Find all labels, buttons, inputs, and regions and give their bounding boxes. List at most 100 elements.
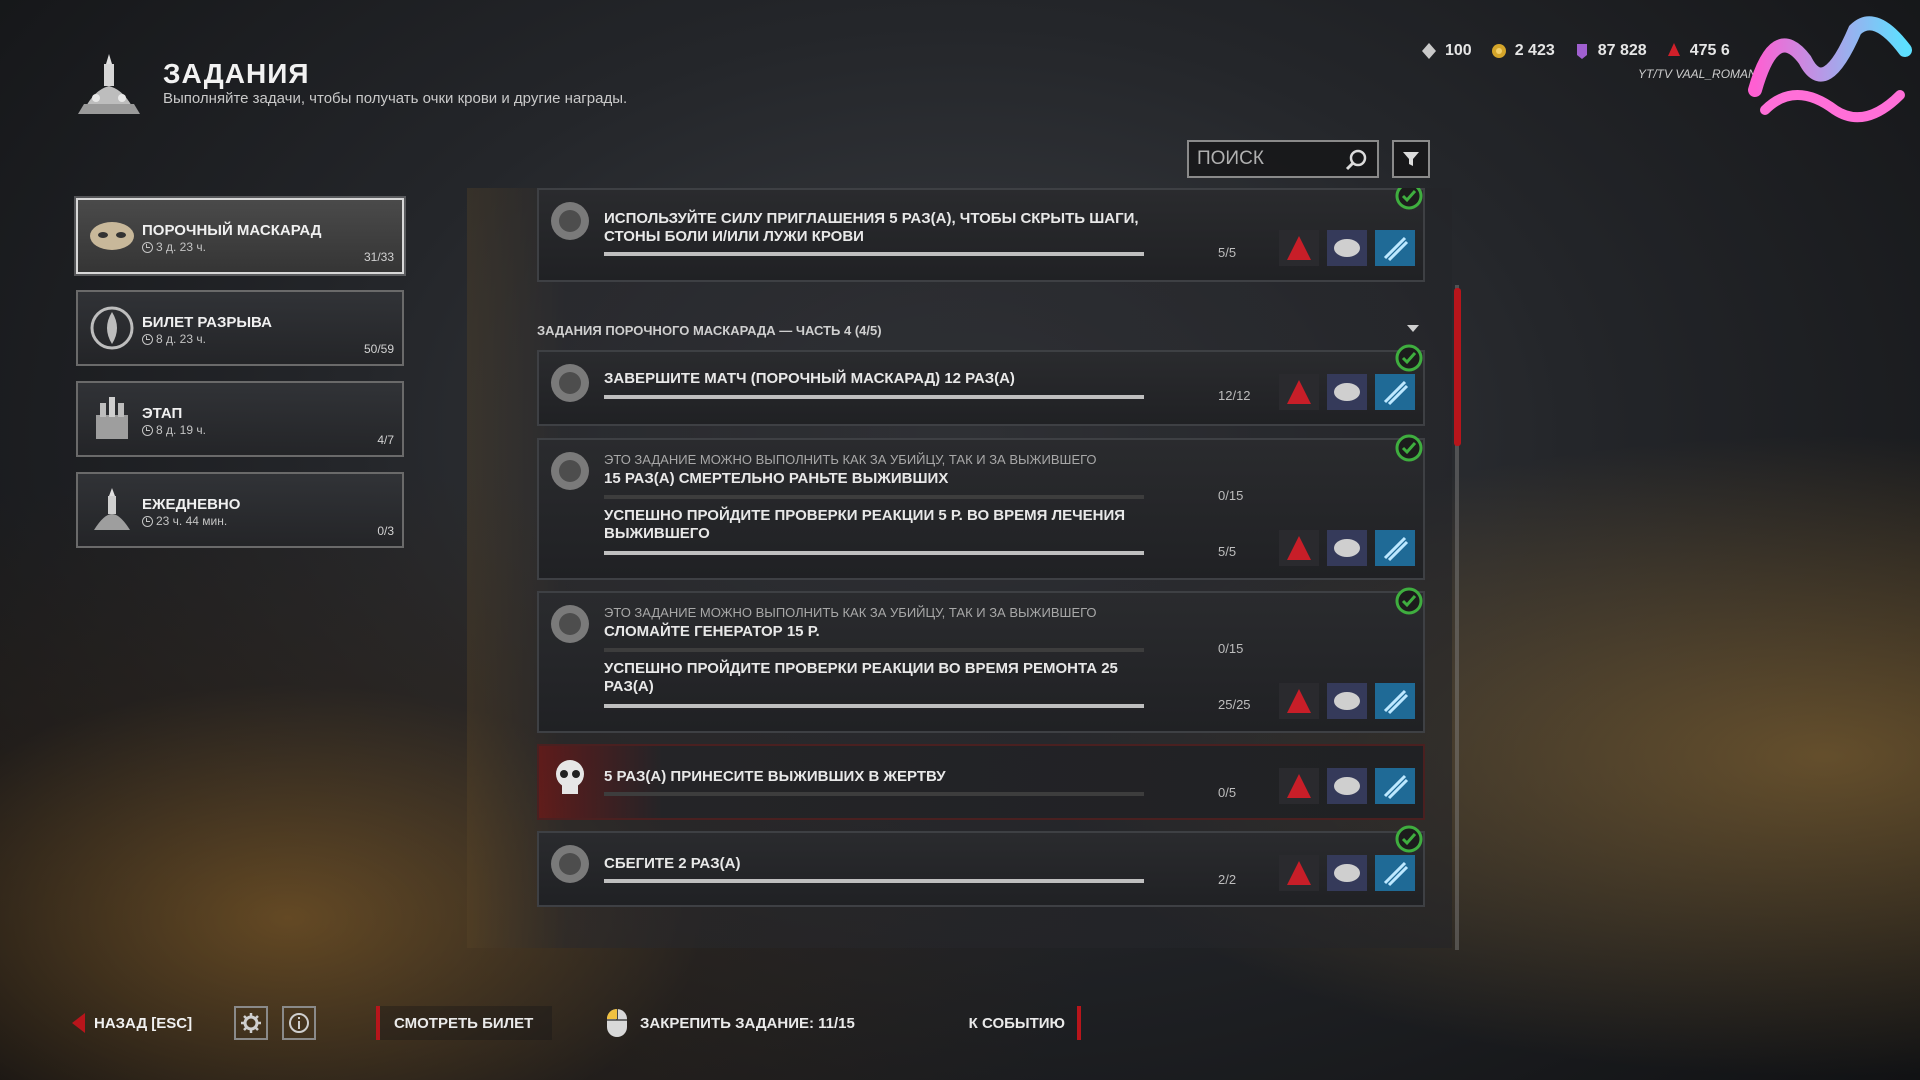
clock-icon — [142, 515, 153, 527]
rift-reward-icon — [1375, 374, 1415, 410]
currency-value: 2 423 — [1514, 42, 1555, 59]
rift-reward-icon — [1375, 530, 1415, 566]
clock-icon — [142, 424, 153, 436]
rift-reward-icon — [1375, 230, 1415, 266]
reward-list — [1279, 530, 1415, 566]
challenge-note: ЭТО ЗАДАНИЕ МОЖНО ВЫПОЛНИТЬ КАК ЗА УБИЙЦ… — [604, 452, 1097, 467]
challenge-emblem-icon — [551, 845, 589, 883]
challenge-card-pinned[interactable]: 5 РАЗ(А) ПРИНЕСИТЕ ВЫЖИВШИХ В ЖЕРТВУ 0/5 — [537, 744, 1425, 820]
to-event-button[interactable]: К СОБЫТИЮ — [903, 1006, 1081, 1040]
section-header[interactable]: ЗАДАНИЯ ПОРОЧНОГО МАСКАРАДА — ЧАСТЬ 4 (4… — [537, 323, 1425, 343]
bloodpoints-reward-icon — [1279, 530, 1319, 566]
challenge-progress-bar — [604, 495, 1144, 499]
challenge-card[interactable]: СБЕГИТЕ 2 РАЗ(А) 2/2 — [537, 825, 1425, 907]
tab-progress: 0/3 — [377, 524, 394, 538]
shards-icon — [1491, 44, 1506, 58]
mouse-icon — [607, 1009, 627, 1037]
tab-masquerade[interactable]: ПОРОЧНЫЙ МАСКАРАД 3 д. 23 ч. 31/33 — [76, 198, 404, 274]
view-ticket-button[interactable]: СМОТРЕТЬ БИЛЕТ — [376, 1006, 552, 1040]
currency-value: 475 6 — [1689, 42, 1730, 59]
reward-list — [1279, 768, 1415, 804]
filter-icon — [1403, 152, 1419, 166]
progress-fill — [604, 252, 1144, 256]
filter-button[interactable] — [1392, 140, 1430, 178]
search-input[interactable] — [1197, 148, 1347, 170]
tab-progress: 31/33 — [363, 250, 394, 264]
bloodpoints-icon — [1576, 44, 1587, 59]
tab-time: 8 д. 23 ч. — [142, 332, 206, 346]
bloodpoints-reward-icon — [1279, 855, 1319, 891]
masquerade-reward-icon — [1327, 230, 1367, 266]
pin-challenge-button[interactable]: ЗАКРЕПИТЬ ЗАДАНИЕ: 11/15 — [606, 1006, 886, 1040]
challenge-card[interactable]: ЗАВЕРШИТЕ МАТЧ (ПОРОЧНЫЙ МАСКАРАД) 12 РА… — [537, 344, 1425, 426]
blood-drop-icon — [1667, 43, 1680, 56]
auric-cells-icon — [1422, 43, 1436, 59]
settings-button[interactable] — [234, 1006, 268, 1040]
page-title: ЗАДАНИЯ — [163, 58, 310, 89]
gear-icon — [241, 1013, 261, 1033]
tab-title: БИЛЕТ РАЗРЫВА — [142, 314, 272, 331]
rift-reward-icon — [1375, 855, 1415, 891]
challenge-progress-value: 0/15 — [1218, 488, 1244, 503]
rift-icon — [90, 306, 134, 350]
tab-progress: 4/7 — [377, 433, 394, 447]
challenge-description: СБЕГИТЕ 2 РАЗ(А) — [604, 855, 741, 872]
skull-icon — [556, 760, 584, 794]
currency-rift-fragments: 475 6 — [1665, 42, 1730, 60]
currency-auric-cells: 100 — [1420, 42, 1472, 60]
challenge-description: ИСПОЛЬЗУЙТЕ СИЛУ ПРИГЛАШЕНИЯ 5 РАЗ(А), Ч… — [604, 210, 1139, 245]
completed-check-icon — [1395, 188, 1423, 210]
info-button[interactable] — [282, 1006, 316, 1040]
challenge-progress-value: 12/12 — [1218, 388, 1251, 403]
currency-value: 100 — [1445, 42, 1472, 59]
reward-list — [1279, 374, 1415, 410]
challenge-progress-value: 2/2 — [1218, 872, 1237, 887]
reward-list — [1279, 683, 1415, 719]
search-icon[interactable] — [1345, 148, 1369, 172]
candle-icon — [94, 488, 130, 530]
challenge-progress-bar — [604, 704, 1144, 708]
view-ticket-label: СМОТРЕТЬ БИЛЕТ — [394, 1014, 534, 1032]
bloodpoints-reward-icon — [1279, 374, 1319, 410]
search-box — [1187, 140, 1379, 178]
challenge-progress-value: 5/5 — [1218, 245, 1237, 260]
clock-icon — [142, 333, 153, 345]
challenge-description: ЗАВЕРШИТЕ МАТЧ (ПОРОЧНЫЙ МАСКАРАД) 12 РА… — [604, 370, 1015, 387]
rift-reward-icon — [1375, 683, 1415, 719]
challenge-card[interactable]: ЭТО ЗАДАНИЕ МОЖНО ВЫПОЛНИТЬ КАК ЗА УБИЙЦ… — [537, 434, 1425, 580]
tab-time-text: 3 д. 23 ч. — [156, 240, 206, 254]
challenge-progress-value: 0/5 — [1218, 785, 1237, 800]
collapse-arrow-icon[interactable] — [1407, 325, 1419, 332]
challenge-progress-value: 0/15 — [1218, 641, 1244, 656]
currency-value: 87 828 — [1597, 42, 1647, 59]
challenge-progress-bar — [604, 551, 1144, 555]
masquerade-mask-icon — [90, 222, 134, 250]
page-subtitle: Выполняйте задачи, чтобы получать очки к… — [163, 90, 628, 107]
tab-title: ПОРОЧНЫЙ МАСКАРАД — [142, 222, 322, 239]
challenge-description: 5 РАЗ(А) ПРИНЕСИТЕ ВЫЖИВШИХ В ЖЕРТВУ — [604, 768, 946, 785]
challenge-progress-bar — [604, 792, 1144, 796]
scrollbar-thumb[interactable] — [1454, 288, 1461, 446]
tab-daily[interactable]: ЕЖЕДНЕВНО 23 ч. 44 мин. 0/3 — [76, 472, 404, 548]
completed-check-icon — [1395, 344, 1423, 372]
tab-progress: 50/59 — [363, 342, 394, 356]
challenge-card[interactable]: ИСПОЛЬЗУЙТЕ СИЛУ ПРИГЛАШЕНИЯ 5 РАЗ(А), Ч… — [537, 188, 1425, 282]
challenge-card[interactable]: ЭТО ЗАДАНИЕ МОЖНО ВЫПОЛНИТЬ КАК ЗА УБИЙЦ… — [537, 587, 1425, 733]
back-button[interactable]: НАЗАД [ESC] — [66, 1006, 204, 1040]
masquerade-reward-icon — [1327, 855, 1367, 891]
clock-icon — [142, 241, 153, 253]
challenge-note: ЭТО ЗАДАНИЕ МОЖНО ВЫПОЛНИТЬ КАК ЗА УБИЙЦ… — [604, 605, 1097, 620]
tab-rift-pass[interactable]: БИЛЕТ РАЗРЫВА 8 д. 23 ч. 50/59 — [76, 290, 404, 366]
masquerade-reward-icon — [1327, 374, 1367, 410]
challenge-progress-value: 5/5 — [1218, 544, 1237, 559]
tab-time: 3 д. 23 ч. — [142, 240, 206, 254]
challenge-progress-bar — [604, 395, 1144, 399]
challenge-emblem-icon — [551, 202, 589, 240]
tab-stage[interactable]: ЭТАП 8 д. 19 ч. 4/7 — [76, 381, 404, 457]
challenge-progress-bar — [604, 252, 1144, 256]
reward-list — [1279, 230, 1415, 266]
masquerade-reward-icon — [1327, 683, 1367, 719]
tab-time-text: 23 ч. 44 мин. — [156, 514, 228, 528]
tab-title: ЕЖЕДНЕВНО — [142, 496, 241, 513]
progress-fill — [604, 879, 1144, 883]
